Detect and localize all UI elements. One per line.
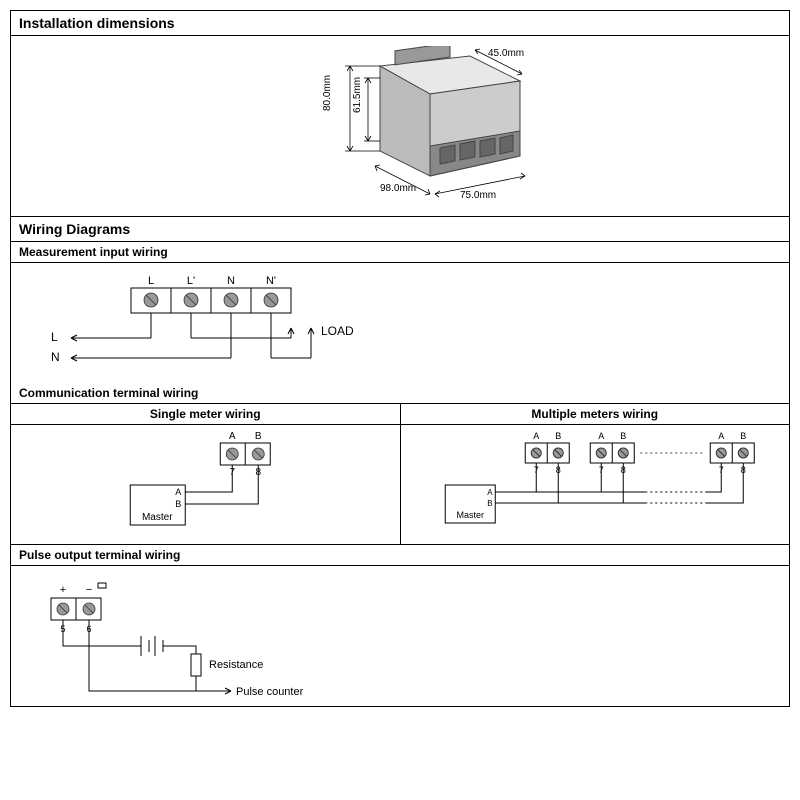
svg-text:Master: Master (456, 510, 484, 520)
spec-sheet: Installation dimensions (10, 10, 790, 707)
svg-text:B: B (255, 431, 262, 442)
term-Lp: L' (187, 275, 195, 287)
comm-row: Single meter wiring A B 7 8 Master (11, 404, 789, 545)
input-L: L (51, 330, 58, 344)
svg-text:Master: Master (142, 512, 173, 523)
svg-text:B: B (487, 499, 492, 508)
svg-text:B: B (740, 431, 746, 441)
single-meter-title: Single meter wiring (11, 404, 400, 425)
pulse-subheader: Pulse output terminal wiring (11, 545, 789, 566)
comm-subheader: Communication terminal wiring (11, 383, 789, 404)
svg-text:B: B (175, 499, 181, 509)
svg-text:A: A (175, 487, 181, 497)
dim-h-inner: 61.5mm (352, 77, 363, 113)
input-N: N (51, 350, 60, 364)
dim-h-outer: 80.0mm (322, 75, 333, 111)
dim-top: 45.0mm (488, 48, 524, 59)
svg-text:−: − (86, 584, 92, 596)
svg-text:B: B (620, 431, 626, 441)
svg-text:+: + (60, 584, 66, 596)
pulse-counter-label: Pulse counter (236, 686, 304, 698)
dim-depth: 98.0mm (380, 183, 416, 194)
pulse-diagram: + − 5 6 (11, 566, 789, 706)
load-label: LOAD (321, 324, 354, 338)
svg-text:A: A (598, 431, 604, 441)
svg-text:B: B (555, 431, 561, 441)
term-N: N (227, 275, 235, 287)
measurement-diagram: L L' N N' (11, 263, 789, 383)
dim-width: 75.0mm (460, 190, 496, 201)
multiple-meters-cell: Multiple meters wiring (401, 404, 790, 544)
resistance-label: Resistance (209, 659, 263, 671)
svg-text:A: A (229, 431, 236, 442)
svg-text:A: A (487, 488, 493, 497)
single-meter-cell: Single meter wiring A B 7 8 Master (11, 404, 401, 544)
install-dims-header: Installation dimensions (11, 11, 789, 36)
measurement-subheader: Measurement input wiring (11, 242, 789, 263)
wiring-header: Wiring Diagrams (11, 216, 789, 242)
term-Np: N' (266, 275, 276, 287)
svg-text:A: A (533, 431, 539, 441)
install-dims-diagram: 45.0mm 80.0mm 61.5mm 98.0mm 75.0mm (11, 36, 789, 216)
term-L: L (148, 275, 154, 287)
svg-text:A: A (718, 431, 724, 441)
multiple-meters-title: Multiple meters wiring (401, 404, 790, 425)
